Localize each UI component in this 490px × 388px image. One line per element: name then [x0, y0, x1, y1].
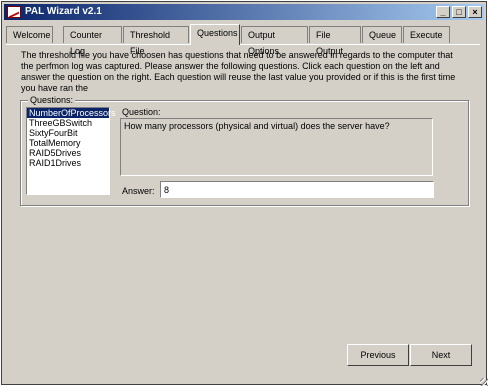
- window-title: PAL Wizard v2.1: [25, 6, 102, 17]
- instructions-text: The threshold file you have choosen has …: [21, 50, 456, 93]
- close-button[interactable]: ×: [468, 6, 482, 18]
- question-item-sixty-four-bit[interactable]: SixtyFourBit: [27, 128, 109, 138]
- tab-divider: [6, 44, 480, 45]
- app-icon: [7, 6, 21, 18]
- title-bar[interactable]: PAL Wizard v2.1 _ □ ×: [4, 4, 484, 20]
- question-label: Question:: [122, 107, 161, 117]
- question-item-three-gb-switch[interactable]: ThreeGBSwitch: [27, 118, 109, 128]
- next-button[interactable]: Next: [410, 344, 472, 366]
- tab-output-options[interactable]: Output Options: [241, 26, 308, 56]
- questions-group-label: Questions:: [28, 95, 76, 105]
- tab-file-output[interactable]: File Output: [309, 26, 361, 56]
- tab-execute[interactable]: Execute: [403, 26, 450, 43]
- answer-label: Answer:: [122, 186, 155, 196]
- question-item-raid1-drives[interactable]: RAID1Drives: [27, 158, 109, 168]
- previous-button[interactable]: Previous: [347, 344, 409, 366]
- question-text-box: How many processors (physical and virtua…: [120, 118, 433, 176]
- question-item-number-of-processors[interactable]: NumberOfProcessors: [27, 108, 116, 118]
- tab-counter-log[interactable]: Counter Log: [63, 26, 122, 56]
- question-item-total-memory[interactable]: TotalMemory: [27, 138, 109, 148]
- minimize-button[interactable]: _: [436, 6, 450, 18]
- resize-grip[interactable]: [478, 376, 488, 386]
- tab-welcome[interactable]: Welcome: [6, 26, 53, 43]
- tab-queue[interactable]: Queue: [362, 26, 402, 43]
- question-item-raid5-drives[interactable]: RAID5Drives: [27, 148, 109, 158]
- questions-listbox[interactable]: NumberOfProcessors ThreeGBSwitch SixtyFo…: [26, 107, 116, 195]
- answer-input[interactable]: [160, 181, 434, 198]
- tab-threshold-file[interactable]: Threshold File: [123, 26, 189, 56]
- tab-questions[interactable]: Questions: [190, 24, 240, 45]
- maximize-button[interactable]: □: [452, 6, 466, 18]
